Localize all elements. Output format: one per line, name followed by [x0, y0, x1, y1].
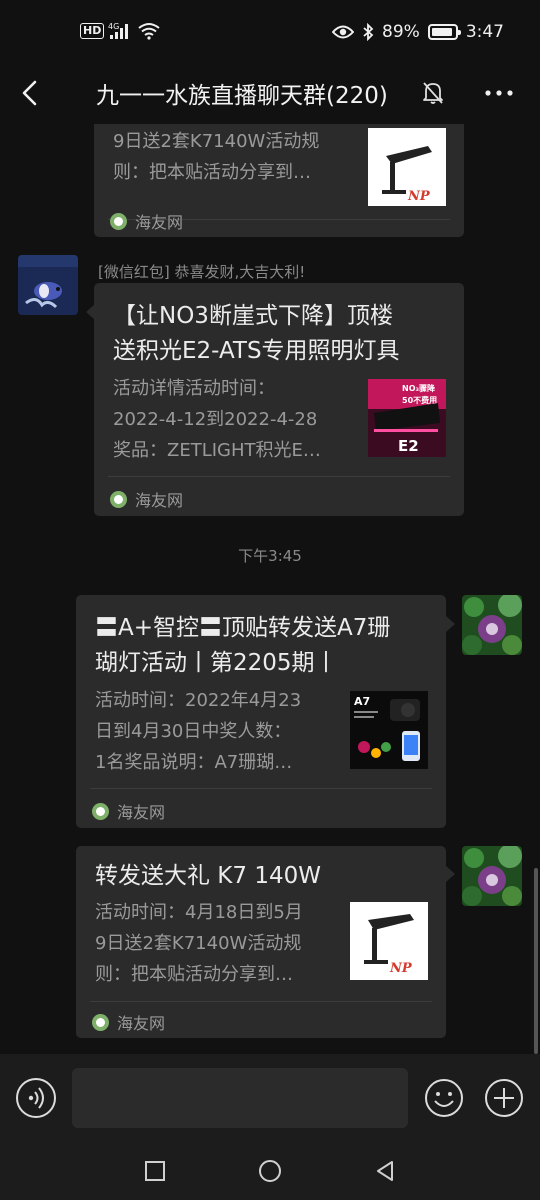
chat-title[interactable]: 九一一水族直播聊天群(220): [96, 76, 388, 110]
bubble-tail: [446, 616, 455, 632]
battery-percent: 89%: [382, 22, 420, 42]
card-desc-line: 活动详情活动时间：: [113, 378, 275, 399]
network-label: 4G: [108, 22, 119, 31]
source-logo-icon: [92, 802, 109, 820]
bluetooth-icon: [363, 23, 374, 41]
sender-name: [微信红包] 恭喜发财,大吉大利!: [98, 263, 306, 281]
message-input[interactable]: [72, 1068, 408, 1128]
triangle-back-icon[interactable]: [372, 1158, 398, 1184]
status-left: HD 4G: [80, 22, 160, 40]
card-title-line: 瑚灯活动丨第2205期丨: [95, 650, 338, 676]
source-logo-icon: [92, 1013, 109, 1031]
source-name: 海友网: [135, 491, 184, 510]
card-title-line: 转发送大礼 K7 140W: [95, 863, 321, 889]
card-title-line: 【让NO3断崖式下降】顶楼: [113, 303, 393, 329]
card-desc-line: 2022-4-12到2022-4-28: [113, 409, 318, 430]
card-divider: [90, 1001, 432, 1002]
card-desc-line: 9日送2套K7140W活动规: [95, 933, 302, 954]
card-desc-line: 1名奖品说明：A7珊瑚…: [95, 752, 293, 773]
input-bar: [0, 1054, 540, 1144]
square-icon[interactable]: [142, 1158, 168, 1184]
wifi-icon: [138, 23, 160, 40]
card-desc-line: 日到4月30日中奖人数：: [95, 721, 292, 742]
status-right: 89% 3:47: [332, 22, 504, 42]
chat-header: 九一一水族直播聊天群(220): [0, 62, 540, 124]
status-bar: HD 4G 89% 3:47: [0, 0, 540, 62]
card-thumbnail: NP: [368, 128, 446, 206]
card-divider: [108, 476, 450, 477]
link-card[interactable]: 转发送大礼 K7 140W 活动时间：4月18日到5月 9日送2套K7140W活…: [76, 846, 446, 1038]
k7-light-image: NP: [350, 902, 428, 980]
bell-muted-icon: [423, 82, 443, 104]
thumb-text-mid: 50不费用: [402, 395, 437, 405]
fish-avatar-image: [18, 255, 78, 315]
a7-light-image: A7: [350, 691, 428, 769]
status-time: 3:47: [465, 22, 504, 42]
battery-icon: [427, 24, 461, 40]
emoji-icon[interactable]: [424, 1078, 464, 1118]
thumb-text-top: NO₃骤降: [402, 383, 436, 393]
card-thumbnail: A7: [350, 691, 428, 769]
coral-avatar-image: [462, 846, 522, 906]
card-source: 海友网: [110, 209, 183, 233]
link-card[interactable]: 〓A+智控〓顶贴转发送A7珊 瑚灯活动丨第2205期丨 活动时间：2022年4月…: [76, 595, 446, 828]
source-name: 海友网: [135, 213, 184, 232]
card-desc-line: 活动时间：4月18日到5月: [95, 902, 303, 923]
thumb-brand: A7: [354, 695, 370, 708]
avatar[interactable]: [462, 595, 522, 655]
more-dots-icon[interactable]: [484, 80, 514, 106]
card-source: 海友网: [110, 487, 183, 511]
avatar[interactable]: [462, 846, 522, 906]
card-desc-line: 奖品：ZETLIGHT积光E…: [113, 440, 321, 461]
voice-icon: [28, 1087, 44, 1109]
back-arrow-icon[interactable]: [14, 76, 48, 110]
hd-badge: HD: [80, 23, 105, 39]
message-timestamp: 下午3:45: [238, 547, 302, 565]
thumb-brand: NP: [407, 189, 431, 204]
card-title-line: 送积光E2-ATS专用照明灯具: [113, 338, 400, 364]
signal-icon: 4G: [108, 22, 129, 39]
avatar[interactable]: [18, 255, 78, 315]
thumb-brand: NP: [389, 961, 413, 976]
source-logo-icon: [110, 212, 127, 230]
message-list[interactable]: 9日送2套K7140W活动规 则：把本贴活动分享到… NP 海友网 [微信红包]: [0, 124, 540, 1054]
link-card[interactable]: 【让NO3断崖式下降】顶楼 送积光E2-ATS专用照明灯具 活动详情活动时间： …: [94, 283, 464, 516]
circle-icon[interactable]: [257, 1158, 283, 1184]
source-name: 海友网: [117, 1014, 166, 1033]
scrollbar[interactable]: [534, 868, 538, 1054]
card-thumbnail: NP: [350, 902, 428, 980]
source-name: 海友网: [117, 803, 166, 822]
card-divider: [90, 788, 432, 789]
system-nav-bar: [0, 1144, 540, 1200]
card-title-line: 〓A+智控〓顶贴转发送A7珊: [95, 615, 391, 641]
card-source: 海友网: [92, 799, 165, 823]
battery-fill: [431, 28, 452, 36]
card-source: 海友网: [92, 1010, 165, 1034]
card-desc-line: 活动时间：2022年4月23: [95, 690, 302, 711]
bubble-tail: [446, 866, 455, 882]
e2-light-image: NO₃骤降 50不费用 E2: [368, 379, 446, 457]
source-logo-icon: [110, 490, 127, 508]
card-thumbnail: NO₃骤降 50不费用 E2: [368, 379, 446, 457]
coral-light-image: NP: [368, 128, 446, 206]
thumb-text-bottom: E2: [398, 437, 419, 455]
voice-button[interactable]: [16, 1078, 56, 1118]
card-desc-line: 9日送2套K7140W活动规: [113, 131, 320, 152]
card-desc-line: 则：把本贴活动分享到…: [95, 964, 293, 985]
card-desc-line: 则：把本贴活动分享到…: [113, 162, 311, 183]
coral-avatar-image: [462, 595, 522, 655]
plus-icon[interactable]: [484, 1078, 524, 1118]
eye-icon: [332, 25, 355, 39]
